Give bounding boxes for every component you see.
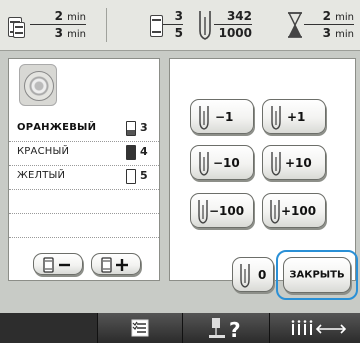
time-elapsed-fraction: 2 min 3 min xyxy=(304,9,354,40)
design-thumbnail xyxy=(19,64,57,106)
stitch-step-label: +100 xyxy=(281,203,317,218)
stitch-plus-1-button[interactable]: +1 xyxy=(262,99,326,134)
list-item[interactable]: ОРАНЖЕВЫЙ 3 xyxy=(9,117,159,142)
embroidery-stitch-screen: 2 min 3 min 3 5 342 1000 2 min 3 min ОРА… xyxy=(0,0,360,343)
stitch-reset-button[interactable]: 0 xyxy=(232,257,274,292)
stitch-minus-10-button[interactable]: −10 xyxy=(190,145,254,180)
color-forward-button[interactable] xyxy=(91,253,141,275)
needle-icon xyxy=(199,11,211,40)
spool-stack-icon xyxy=(13,22,25,38)
needle-help-tab[interactable]: ? xyxy=(182,313,270,343)
stitch-step-label: −1 xyxy=(215,109,234,124)
stitch-move-tab[interactable] xyxy=(269,313,360,343)
stitch-minus-1-button[interactable]: −1 xyxy=(190,99,254,134)
divider xyxy=(106,8,107,42)
close-button[interactable]: ЗАКРЫТЬ xyxy=(283,257,351,293)
color-name: ОРАНЖЕВЫЙ xyxy=(17,122,97,133)
spool-icon xyxy=(126,169,136,184)
thread-spool-icon xyxy=(150,15,163,37)
stitch-count-fraction: 342 1000 xyxy=(214,9,252,40)
stitch-step-label: +10 xyxy=(285,155,312,170)
bottom-toolbar: ? xyxy=(0,313,360,343)
list-item-empty xyxy=(9,213,159,238)
color-name: ЖЕЛТЫЙ xyxy=(17,170,66,181)
color-count-fraction: 3 5 xyxy=(163,9,183,40)
color-sort-icon xyxy=(131,319,149,337)
stitch-plus-10-button[interactable]: +10 xyxy=(262,145,326,180)
needle-number: 4 xyxy=(140,145,148,158)
needle-number: 3 xyxy=(140,121,148,134)
stitch-reset-label: 0 xyxy=(258,267,267,282)
thread-color-list-panel: ОРАНЖЕВЫЙ 3 КРАСНЫЙ 4 ЖЕЛТЫЙ 5 xyxy=(8,58,160,281)
hourglass-icon xyxy=(287,12,303,38)
needle-number: 5 xyxy=(140,169,148,182)
spool-icon xyxy=(126,121,136,136)
list-item-empty xyxy=(9,189,159,214)
stitch-minus-100-button[interactable]: −100 xyxy=(190,193,254,228)
status-bar: 2 min 3 min 3 5 342 1000 2 min 3 min xyxy=(0,0,360,51)
time-remaining-fraction: 2 min 3 min xyxy=(30,9,86,40)
needle-bar-move-icon xyxy=(291,320,346,335)
spool-icon xyxy=(126,145,136,160)
needle-help-icon: ? xyxy=(209,318,241,340)
list-item[interactable]: ЖЕЛТЫЙ 5 xyxy=(9,165,159,190)
stitch-step-label: −100 xyxy=(209,203,245,218)
list-item[interactable]: КРАСНЫЙ 4 xyxy=(9,141,159,166)
stitch-plus-100-button[interactable]: +100 xyxy=(262,193,326,228)
svg-text:?: ? xyxy=(229,318,241,340)
stitch-step-label: −10 xyxy=(213,155,240,170)
color-name: КРАСНЫЙ xyxy=(17,146,70,157)
stitch-step-label: +1 xyxy=(287,109,306,124)
color-sort-tab[interactable] xyxy=(97,313,183,343)
color-back-button[interactable] xyxy=(33,253,83,275)
